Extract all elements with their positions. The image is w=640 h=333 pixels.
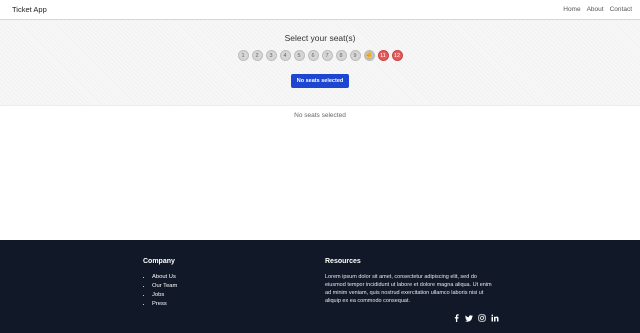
footer-company-title: Company: [143, 258, 175, 265]
twitter-icon[interactable]: [465, 314, 473, 322]
linkedin-icon[interactable]: [491, 314, 499, 322]
footer-link-jobs[interactable]: Jobs: [152, 292, 177, 298]
nav-links: Home About Contact: [563, 6, 632, 13]
footer-company-column: Company About Us Our Team Jobs Press: [143, 258, 177, 310]
nav-link-about[interactable]: About: [587, 6, 604, 13]
seat-2[interactable]: 2: [251, 50, 263, 61]
footer-link-press[interactable]: Press: [152, 301, 177, 307]
footer-company-links: About Us Our Team Jobs Press: [143, 274, 177, 307]
seat-11-booked[interactable]: 11: [377, 50, 389, 61]
seat-row: 1 2 3 4 5 6 7 8 9 ☝ 11 12: [0, 50, 640, 61]
footer: Company About Us Our Team Jobs Press Res…: [0, 240, 640, 333]
seat-10-hover[interactable]: ☝: [363, 50, 375, 61]
seat-5[interactable]: 5: [293, 50, 305, 61]
seat-1[interactable]: 1: [237, 50, 249, 61]
seat-selection-panel: Select your seat(s) 1 2 3 4 5 6 7 8 9 ☝ …: [0, 20, 640, 106]
facebook-icon[interactable]: [452, 314, 460, 322]
navbar: Ticket App Home About Contact: [0, 0, 640, 20]
page-title: Select your seat(s): [284, 33, 356, 43]
instagram-icon[interactable]: [478, 314, 486, 322]
brand-logo-text[interactable]: Ticket App: [12, 5, 47, 14]
footer-link-our-team[interactable]: Our Team: [152, 283, 177, 289]
nav-link-home[interactable]: Home: [563, 6, 580, 13]
footer-resources-column: Resources Lorem ipsum dolor sit amet, co…: [325, 258, 495, 306]
seat-4[interactable]: 4: [279, 50, 291, 61]
selected-seats-button[interactable]: No seats selected: [290, 74, 350, 88]
social-icons: [452, 314, 499, 322]
seat-12-booked[interactable]: 12: [391, 50, 403, 61]
seat-6[interactable]: 6: [307, 50, 319, 61]
footer-link-about-us[interactable]: About Us: [152, 274, 177, 280]
hand-cursor-icon: ☝: [364, 52, 374, 59]
seat-8[interactable]: 8: [335, 50, 347, 61]
seat-7[interactable]: 7: [321, 50, 333, 61]
seat-3[interactable]: 3: [265, 50, 277, 61]
nav-link-contact[interactable]: Contact: [610, 6, 632, 13]
footer-resources-title: Resources: [325, 258, 361, 265]
footer-resources-text: Lorem ipsum dolor sit amet, consectetur …: [325, 274, 492, 304]
seat-9[interactable]: 9: [349, 50, 361, 61]
selection-status: No seats selected: [294, 112, 346, 119]
